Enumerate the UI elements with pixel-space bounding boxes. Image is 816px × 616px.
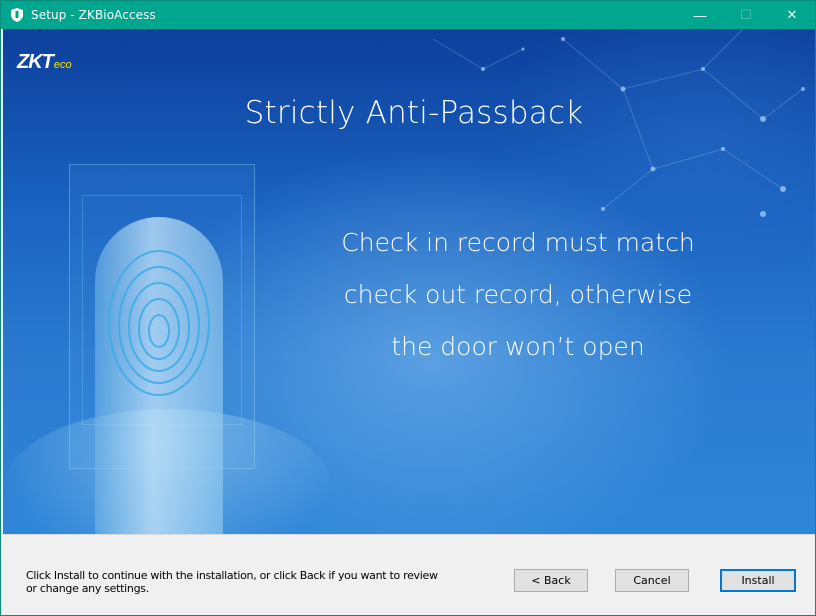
back-button[interactable]: < Back [514,569,588,592]
installer-footer: Click Install to continue with the insta… [1,534,815,615]
shield-app-icon [11,8,23,22]
close-button[interactable]: ✕ [769,1,815,29]
logo-sub-text: eco [53,59,72,71]
window-title: Setup - ZKBioAccess [31,8,156,22]
logo-main-text: ZKT [17,51,54,73]
install-button[interactable]: Install [720,569,796,592]
installer-banner: ZKTeco Strictly Anti-Passback Check in r… [3,29,815,534]
description-line: Check in record must match [341,228,695,257]
minimize-button[interactable]: — [677,1,723,29]
feature-description: Check in record must match check out rec… [313,217,723,373]
setup-window: Setup - ZKBioAccess — ☐ ✕ ZKTeco Strictl… [0,0,816,616]
description-line: check out record, otherwise [343,280,693,309]
window-controls: — ☐ ✕ [677,1,815,29]
install-instruction-text: Click Install to continue with the insta… [26,569,438,595]
fingerprint-icon [108,250,210,396]
maximize-button[interactable]: ☐ [723,1,769,29]
feature-headline: Strictly Anti-Passback [244,95,584,131]
cancel-button[interactable]: Cancel [615,569,689,592]
description-line: the door won’t open [391,332,645,361]
title-bar[interactable]: Setup - ZKBioAccess — ☐ ✕ [1,1,815,29]
zkteco-logo: ZKTeco [17,51,72,74]
